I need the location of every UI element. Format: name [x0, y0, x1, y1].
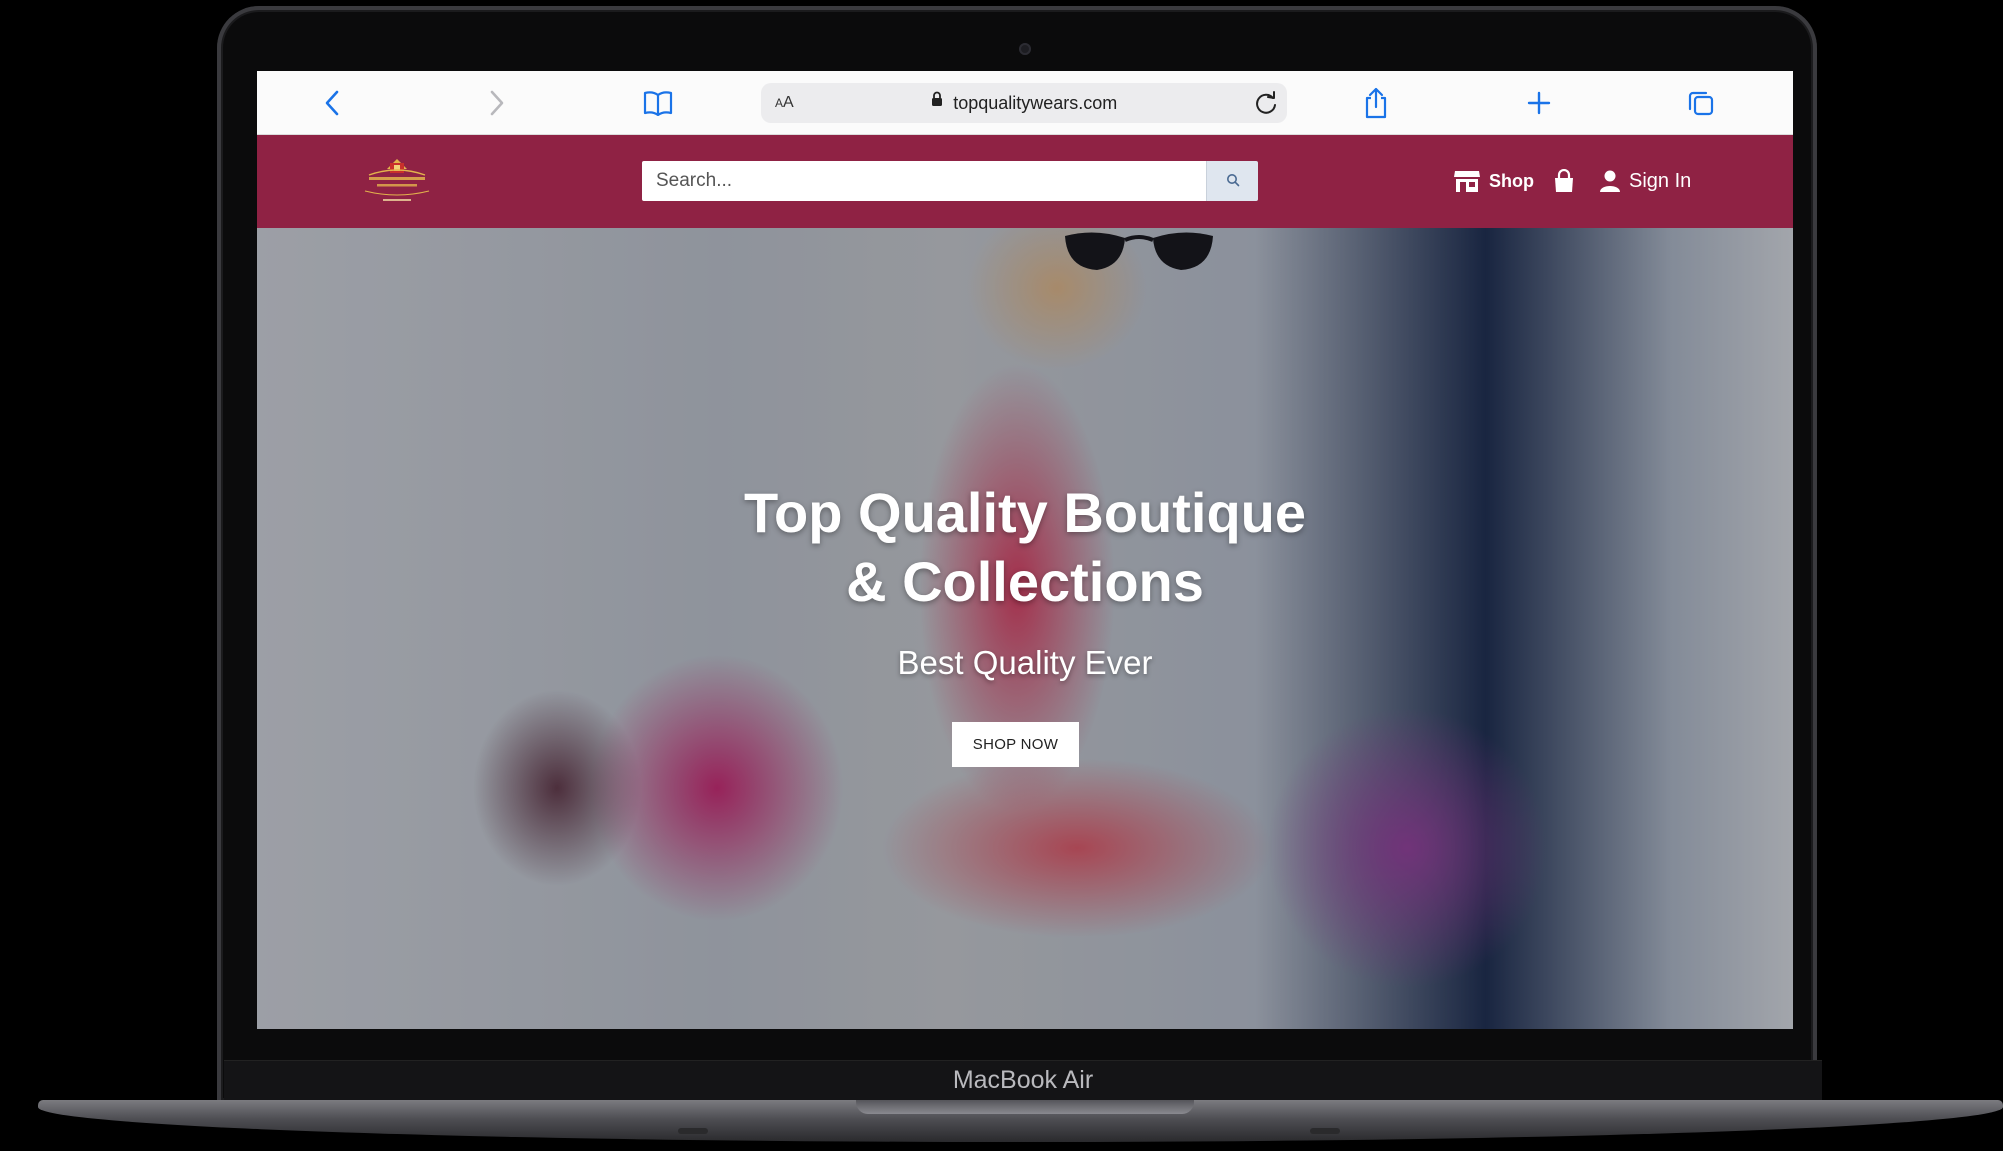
address-bar[interactable]: AAAA topqualitywears.com [761, 83, 1287, 123]
hero-title: Top Quality Boutique & Collections [257, 478, 1793, 616]
brand-logo[interactable] [359, 155, 435, 209]
hero-banner: Top Quality Boutique & Collections Best … [257, 228, 1793, 1029]
nav-signin-label: Sign In [1629, 169, 1692, 192]
hero-overlay [257, 228, 1793, 1029]
nav-shop-link[interactable]: Shop [1453, 165, 1534, 197]
lock-icon [931, 83, 943, 123]
cart-button[interactable] [1553, 165, 1575, 197]
back-arrow-icon[interactable] [315, 86, 349, 120]
tabs-overview-icon[interactable] [1684, 86, 1718, 120]
share-icon[interactable] [1359, 86, 1393, 120]
hero-title-line-1: Top Quality Boutique [743, 481, 1307, 544]
search-button[interactable] [1206, 161, 1258, 201]
shop-now-button[interactable]: SHOP NOW [952, 722, 1079, 767]
search-icon [1226, 173, 1240, 190]
hero-title-line-2: & Collections [846, 550, 1204, 613]
webcam [1019, 43, 1031, 55]
site-header: Shop Sign In [257, 135, 1793, 228]
shopping-bag-icon [1553, 169, 1575, 193]
browser-toolbar: AAAA topqualitywears.com [257, 71, 1793, 135]
reload-icon[interactable] [1253, 90, 1279, 116]
bookmarks-icon[interactable] [641, 86, 675, 120]
nav-shop-label: Shop [1489, 170, 1534, 191]
new-tab-plus-icon[interactable] [1522, 86, 1556, 120]
laptop-foot-right [1310, 1128, 1340, 1134]
laptop-foot-left [678, 1128, 708, 1134]
store-icon [1453, 169, 1481, 193]
user-icon [1599, 169, 1621, 193]
nav-signin-link[interactable]: Sign In [1599, 165, 1691, 197]
hero-subtitle: Best Quality Ever [897, 644, 1153, 681]
browser-screen: AAAA topqualitywears.com [257, 71, 1793, 1029]
url-text: topqualitywears.com [953, 93, 1118, 113]
search-input[interactable] [642, 161, 1206, 201]
forward-arrow-icon[interactable] [480, 86, 514, 120]
laptop-model-label: MacBook Air [952, 1066, 1094, 1094]
laptop-hinge-notch [856, 1100, 1194, 1114]
